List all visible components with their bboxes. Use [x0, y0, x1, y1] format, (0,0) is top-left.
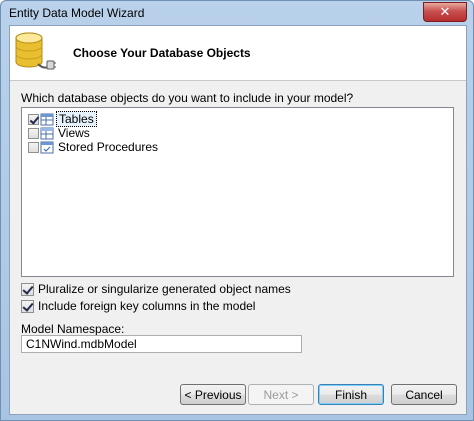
window-title: Entity Data Model Wizard: [9, 6, 145, 20]
objects-prompt: Which database objects do you want to in…: [21, 91, 354, 105]
close-button[interactable]: ✕: [423, 2, 467, 22]
wizard-client-area: Choose Your Database Objects Which datab…: [9, 25, 467, 415]
database-objects-tree[interactable]: Tables Views Stored Procedures: [21, 107, 454, 277]
pluralize-label: Pluralize or singularize generated objec…: [38, 282, 291, 296]
stored-procedure-icon: [40, 141, 54, 153]
pluralize-option[interactable]: Pluralize or singularize generated objec…: [21, 282, 291, 296]
tree-item-stored-procedures[interactable]: Stored Procedures: [28, 140, 160, 154]
next-button[interactable]: Next >: [248, 384, 314, 405]
table-icon: [40, 113, 54, 125]
tree-item-label: Views: [58, 126, 90, 140]
wizard-window: Entity Data Model Wizard ✕ Choose Your D…: [0, 0, 474, 421]
button-bar: < Previous Next > Finish Cancel: [10, 378, 466, 414]
pluralize-checkbox[interactable]: [21, 282, 34, 296]
previous-button[interactable]: < Previous: [180, 384, 246, 405]
tree-item-label: Tables: [56, 111, 97, 127]
database-icon: [15, 32, 56, 70]
foreign-keys-label: Include foreign key columns in the model: [38, 299, 256, 313]
foreign-keys-checkbox[interactable]: [21, 299, 34, 313]
foreign-keys-option[interactable]: Include foreign key columns in the model: [21, 299, 255, 313]
model-namespace-input[interactable]: [21, 335, 302, 353]
tree-item-tables[interactable]: Tables: [28, 111, 97, 127]
wizard-header: Choose Your Database Objects: [10, 26, 466, 81]
close-icon: ✕: [439, 4, 451, 20]
tree-item-views[interactable]: Views: [28, 126, 92, 140]
cancel-button[interactable]: Cancel: [391, 384, 457, 405]
stored-procedures-checkbox[interactable]: [28, 141, 39, 153]
views-checkbox[interactable]: [28, 127, 39, 139]
tree-item-label: Stored Procedures: [58, 140, 159, 154]
view-icon: [40, 127, 54, 139]
page-heading: Choose Your Database Objects: [73, 46, 251, 60]
model-namespace-label: Model Namespace:: [21, 322, 125, 336]
finish-button[interactable]: Finish: [318, 384, 384, 405]
title-bar[interactable]: Entity Data Model Wizard ✕: [1, 1, 473, 25]
tables-checkbox[interactable]: [28, 113, 39, 125]
